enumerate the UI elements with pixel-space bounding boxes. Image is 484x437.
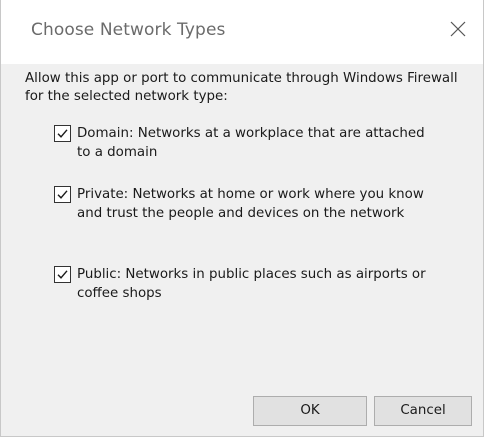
checkmark-icon (57, 270, 68, 279)
choose-network-types-dialog: Choose Network Types Allow this app or p… (0, 0, 484, 437)
checkmark-icon (57, 129, 68, 138)
close-icon (445, 16, 471, 42)
public-label: Public: Networks in public places such a… (77, 267, 426, 301)
domain-label: Domain: Networks at a workplace that are… (77, 126, 425, 160)
dialog-title: Choose Network Types (31, 20, 226, 40)
private-checkbox[interactable] (54, 186, 71, 203)
instruction-text: Allow this app or port to communicate th… (25, 71, 458, 104)
private-label: Private: Networks at home or work where … (77, 187, 424, 221)
close-button[interactable] (445, 16, 471, 42)
checkmark-icon (57, 190, 68, 199)
domain-checkbox[interactable] (54, 125, 71, 142)
ok-button[interactable]: OK (253, 396, 367, 426)
cancel-button[interactable]: Cancel (374, 396, 472, 426)
title-bar: Choose Network Types (1, 0, 483, 64)
public-checkbox[interactable] (54, 266, 71, 283)
